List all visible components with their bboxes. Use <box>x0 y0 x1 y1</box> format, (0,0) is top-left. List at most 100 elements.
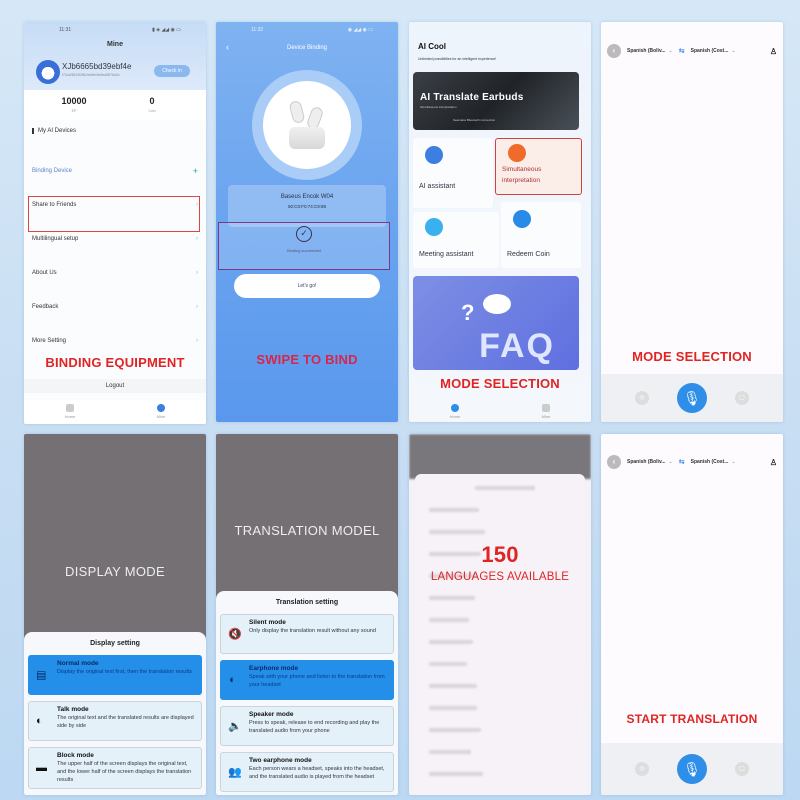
chevron-down-icon[interactable]: ⌄ <box>731 459 735 465</box>
caption: MODE SELECTION <box>632 349 752 364</box>
option-desc: Display the original text first, then th… <box>57 669 192 675</box>
option-silent-mode[interactable]: 🔇 Silent mode Only display the translati… <box>220 614 394 654</box>
option-speaker-mode[interactable]: 🔈 Speaker mode Press to speak, release t… <box>220 706 394 746</box>
microphone-button[interactable]: 🎙 <box>677 754 707 784</box>
plus-icon[interactable]: + <box>193 167 198 176</box>
language-item[interactable] <box>429 706 477 710</box>
menu-item-more-setting[interactable]: More Setting › <box>32 338 198 344</box>
menu-item-feedback[interactable]: Feedback › <box>32 304 198 310</box>
binding-status-text: Binding succeeded <box>287 248 321 253</box>
option-two-earphone-mode[interactable]: 👥 Two earphone mode Each person wears a … <box>220 752 394 792</box>
chevron-right-icon: › <box>196 338 198 344</box>
promo-banner[interactable]: AI Translate Earbuds Simultaneous interp… <box>413 72 579 130</box>
option-title: Normal mode <box>57 660 99 667</box>
tile-label: Redeem Coin <box>507 251 550 258</box>
chevron-right-icon: › <box>196 202 198 208</box>
option-desc: Each person wears a headset, speaks into… <box>249 766 385 780</box>
block-icon: ▬ <box>36 762 47 774</box>
panel-swipe-to-bind: 11:32 ◉ ◢◢ ◉ ▭ ‹ Device Binding Baseus En… <box>216 22 398 422</box>
language-bar: ‹ Spanish (Boliv... ⌄ ⇆ Spanish (Cost... ⌄… <box>607 43 777 59</box>
logout-button[interactable]: Logout <box>24 379 206 393</box>
language-item[interactable] <box>429 772 483 776</box>
tile-label: Simultaneous interpretation <box>502 166 542 184</box>
language-item[interactable] <box>429 640 473 644</box>
device-image-inner <box>263 81 351 169</box>
menu-label: Multilingual setup <box>32 236 79 242</box>
binding-status-box: ✓ Binding succeeded <box>218 222 390 270</box>
clear-icon[interactable]: ♙ <box>770 458 777 467</box>
section-title: My AI Devices <box>32 128 76 134</box>
language-count: 150 <box>481 542 519 567</box>
language-item[interactable] <box>429 618 469 622</box>
microphone-button[interactable]: 🎙 <box>677 383 707 413</box>
language-list-sheet <box>415 474 585 795</box>
tab-home[interactable]: Home <box>64 400 76 424</box>
target-language-select[interactable]: Spanish (Cost... <box>691 459 729 465</box>
faq-banner[interactable]: ? FAQ <box>413 276 579 370</box>
option-desc: The original text and the translated res… <box>57 715 194 729</box>
chevron-down-icon[interactable]: ⌄ <box>731 48 735 54</box>
source-language-select[interactable]: Spanish (Boliv... <box>627 459 666 465</box>
username: XJb6665bd39ebf4e <box>62 62 132 71</box>
tab-bar: Home Mine <box>24 400 206 424</box>
mode-icon[interactable]: ◎ <box>635 762 649 776</box>
clear-icon[interactable]: ♙ <box>770 47 777 56</box>
chevron-down-icon[interactable]: ⌄ <box>669 459 673 465</box>
tab-label: Mine <box>541 414 551 419</box>
check-in-button[interactable]: Check in <box>154 65 190 77</box>
device-mac: 50:C0:F0:74:C9:88 <box>287 204 327 209</box>
menu-item-share[interactable]: Share to Friends › <box>32 202 198 208</box>
language-item[interactable] <box>429 750 471 754</box>
check-circle-icon: ✓ <box>296 226 312 242</box>
tab-mine[interactable]: Mine <box>157 400 165 424</box>
home-icon <box>65 404 74 412</box>
tile-meeting-assistant[interactable]: Meeting assistant <box>413 212 499 268</box>
option-talk-mode[interactable]: ◐ Talk mode The original text and the tr… <box>28 701 202 741</box>
language-item[interactable] <box>429 684 477 688</box>
back-icon[interactable]: ‹ <box>607 455 621 469</box>
language-item[interactable] <box>429 596 475 600</box>
language-item[interactable] <box>429 508 479 512</box>
option-title: Block mode <box>57 752 94 759</box>
display-icon[interactable]: ▢ <box>735 391 749 405</box>
status-icons: ◉ ◢◢ ◉ ▭ <box>347 27 373 33</box>
menu-item-multilingual[interactable]: Multilingual setup › <box>32 236 198 242</box>
option-normal-mode[interactable]: ▤ Normal mode Display the original text … <box>28 655 202 695</box>
tab-mine[interactable]: Mine <box>541 402 551 422</box>
option-block-mode[interactable]: ▬ Block mode The upper half of the scree… <box>28 747 202 789</box>
chevron-down-icon[interactable]: ⌄ <box>669 48 673 54</box>
swap-icon[interactable]: ⇆ <box>679 47 685 55</box>
tile-simultaneous-interpretation[interactable]: Simultaneous interpretation <box>495 138 582 195</box>
menu-item-about[interactable]: About Us › <box>32 270 198 276</box>
menu-label: About Us <box>32 270 57 276</box>
language-item[interactable] <box>429 728 481 732</box>
lets-go-button[interactable]: Let's go! <box>234 274 380 298</box>
option-title: Earphone mode <box>249 665 299 672</box>
option-earphone-mode[interactable]: ◖ Earphone mode Speak with your phone an… <box>220 660 394 700</box>
mode-icon[interactable]: ◎ <box>635 391 649 405</box>
avatar[interactable] <box>36 60 60 84</box>
swap-icon[interactable]: ⇆ <box>679 458 685 466</box>
sheet-title-blurred <box>475 486 535 490</box>
tab-label: Home <box>64 414 76 419</box>
back-icon[interactable]: ‹ <box>607 44 621 58</box>
tab-home[interactable]: Home <box>449 402 461 422</box>
menu-label: More Setting <box>32 338 67 344</box>
page-title: AI Cool <box>418 42 446 51</box>
banner-subtitle-2: Seamless Bluetooth connection <box>453 118 496 122</box>
tile-redeem-coin[interactable]: Redeem Coin <box>501 202 581 268</box>
language-item[interactable] <box>429 662 467 666</box>
language-item[interactable] <box>429 530 485 534</box>
coin-icon <box>513 210 531 228</box>
target-language-select[interactable]: Spanish (Cost... <box>691 48 729 54</box>
display-icon[interactable]: ▢ <box>735 762 749 776</box>
earbud-left <box>288 99 306 125</box>
binding-device-item[interactable]: Binding Device + <box>32 167 198 176</box>
tab-label: Home <box>449 414 461 419</box>
user-icon <box>541 404 550 412</box>
tile-ai-assistant[interactable]: AI assistant <box>413 138 493 208</box>
faq-label: FAQ <box>479 327 555 365</box>
interpretation-icon <box>508 144 526 162</box>
source-language-select[interactable]: Spanish (Boliv... <box>627 48 666 54</box>
stat-value: 10000 <box>61 96 87 106</box>
